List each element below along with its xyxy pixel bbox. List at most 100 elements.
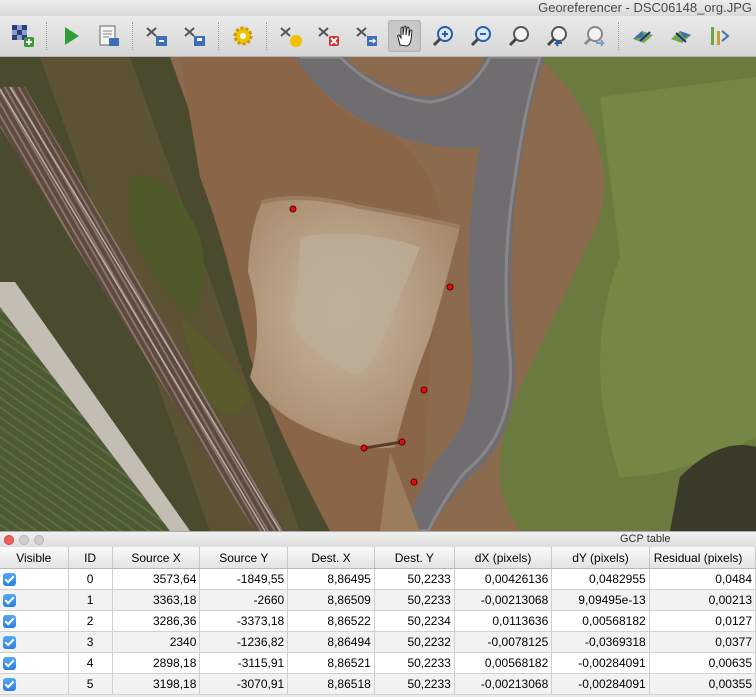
visible-checkbox[interactable]	[3, 636, 16, 650]
column-header-dx[interactable]: dX (pixels)	[454, 547, 553, 569]
source-y-cell[interactable]: -1849,55	[199, 568, 289, 590]
dx-pixels-cell[interactable]: -0,00213068	[454, 589, 553, 611]
dest-x-cell[interactable]: 8,86495	[287, 568, 375, 590]
dy-pixels-cell[interactable]: -0,00284091	[551, 673, 650, 695]
table-row[interactable]: 3 2340 -1236,82 8,86494 50,2232 -0,0078125 -0,…	[0, 631, 756, 653]
gcp-point-5[interactable]	[410, 478, 418, 486]
visible-checkbox[interactable]	[3, 657, 16, 671]
residual-pixels-cell[interactable]: 0,00635	[649, 652, 756, 674]
minimize-icon[interactable]	[19, 535, 29, 545]
gcp-id-cell[interactable]: 1	[68, 589, 113, 611]
dest-y-cell[interactable]: 50,2232	[374, 631, 455, 653]
zoom-in-button[interactable]	[426, 20, 459, 52]
gcp-id-cell[interactable]: 2	[68, 610, 113, 632]
zoom-to-layer-button[interactable]	[502, 20, 535, 52]
gcp-id-cell[interactable]: 3	[68, 631, 113, 653]
column-header-residual[interactable]: Residual (pixels)	[649, 547, 756, 569]
gcp-id-cell[interactable]: 4	[68, 652, 113, 674]
column-header-source-y[interactable]: Source Y	[199, 547, 289, 569]
dx-pixels-cell[interactable]: 0,00426136	[454, 568, 553, 590]
open-raster-button[interactable]	[6, 20, 39, 52]
source-x-cell[interactable]: 2340	[112, 631, 201, 653]
residual-pixels-cell[interactable]: 0,00355	[649, 673, 756, 695]
visible-checkbox[interactable]	[3, 615, 16, 629]
visible-checkbox[interactable]	[3, 594, 16, 608]
dest-x-cell[interactable]: 8,86521	[287, 652, 375, 674]
dest-x-cell[interactable]: 8,86494	[287, 631, 375, 653]
start-georeferencing-button[interactable]	[54, 20, 87, 52]
link-qgis-to-georeferencer-button[interactable]	[664, 20, 697, 52]
dy-pixels-cell[interactable]: 0,0482955	[551, 568, 650, 590]
gcp-point-2[interactable]	[420, 386, 428, 394]
open-raster-icon	[11, 25, 34, 47]
source-x-cell[interactable]: 3363,18	[112, 589, 201, 611]
dx-pixels-cell[interactable]: -0,00213068	[454, 673, 553, 695]
gcp-point-0[interactable]	[289, 205, 297, 213]
gcp-id-cell[interactable]: 0	[68, 568, 113, 590]
maximize-icon[interactable]	[34, 535, 44, 545]
source-x-cell[interactable]: 3198,18	[112, 673, 201, 695]
residual-pixels-cell[interactable]: 0,0484	[649, 568, 756, 590]
link-georeferencer-to-qgis-button[interactable]	[626, 20, 659, 52]
add-point-button[interactable]	[274, 20, 307, 52]
dy-pixels-cell[interactable]: 0,00568182	[551, 610, 650, 632]
gcp-id-cell[interactable]: 5	[68, 673, 113, 695]
table-row[interactable]: 1 3363,18 -2660 8,86509 50,2233 -0,00213068 9,…	[0, 589, 756, 611]
residual-pixels-cell[interactable]: 0,0377	[649, 631, 756, 653]
column-header-visible[interactable]: Visible	[0, 547, 69, 569]
transformation-settings-button[interactable]	[226, 20, 259, 52]
table-row[interactable]: 2 3286,36 -3373,18 8,86522 50,2234 0,0113636 0…	[0, 610, 756, 632]
column-header-source-x[interactable]: Source X	[112, 547, 201, 569]
zoom-next-button[interactable]	[578, 20, 611, 52]
zoom-out-button[interactable]	[464, 20, 497, 52]
column-header-dy[interactable]: dY (pixels)	[551, 547, 650, 569]
source-y-cell[interactable]: -1236,82	[199, 631, 289, 653]
delete-point-button[interactable]	[312, 20, 345, 52]
dest-y-cell[interactable]: 50,2233	[374, 673, 455, 695]
full-histogram-stretch-button[interactable]	[702, 20, 735, 52]
pan-button[interactable]	[388, 20, 421, 52]
generate-gdal-script-button[interactable]	[92, 20, 125, 52]
dx-pixels-cell[interactable]: 0,00568182	[454, 652, 553, 674]
source-y-cell[interactable]: -3373,18	[199, 610, 289, 632]
source-x-cell[interactable]: 2898,18	[112, 652, 201, 674]
source-y-cell[interactable]: -2660	[199, 589, 289, 611]
source-y-cell[interactable]: -3070,91	[199, 673, 289, 695]
zoom-last-button[interactable]	[540, 20, 573, 52]
dx-pixels-cell[interactable]: 0,0113636	[454, 610, 553, 632]
dest-y-cell[interactable]: 50,2234	[374, 610, 455, 632]
source-x-cell[interactable]: 3286,36	[112, 610, 201, 632]
dest-y-cell[interactable]: 50,2233	[374, 589, 455, 611]
dx-pixels-cell[interactable]: -0,0078125	[454, 631, 553, 653]
gcp-point-3[interactable]	[398, 438, 406, 446]
dest-y-cell[interactable]: 50,2233	[374, 652, 455, 674]
dest-x-cell[interactable]: 8,86518	[287, 673, 375, 695]
zoom-last-icon	[546, 26, 567, 47]
dy-pixels-cell[interactable]: -0,00284091	[551, 652, 650, 674]
column-header-dest-x[interactable]: Dest. X	[287, 547, 375, 569]
dy-pixels-cell[interactable]: -0,0369318	[551, 631, 650, 653]
move-gcp-point-button[interactable]	[350, 20, 383, 52]
table-row[interactable]: 5 3198,18 -3070,91 8,86518 50,2233 -0,0021306…	[0, 673, 756, 695]
close-icon[interactable]	[4, 535, 14, 545]
dest-y-cell[interactable]: 50,2233	[374, 568, 455, 590]
georeferencer-map-canvas[interactable]	[0, 57, 756, 531]
column-header-id[interactable]: ID	[68, 547, 113, 569]
visible-checkbox[interactable]	[3, 678, 16, 692]
column-header-dest-y[interactable]: Dest. Y	[374, 547, 455, 569]
dy-pixels-cell[interactable]: 9,09495e-13	[551, 589, 650, 611]
dest-x-cell[interactable]: 8,86509	[287, 589, 375, 611]
table-row[interactable]: 4 2898,18 -3115,91 8,86521 50,2233 0,00568182…	[0, 652, 756, 674]
gcp-point-1[interactable]	[446, 283, 454, 291]
dest-x-cell[interactable]: 8,86522	[287, 610, 375, 632]
gcp-point-4[interactable]	[360, 444, 368, 452]
gcp-panel-titlebar[interactable]: GCP table	[0, 531, 756, 548]
source-x-cell[interactable]: 3573,64	[112, 568, 201, 590]
source-y-cell[interactable]: -3115,91	[199, 652, 289, 674]
load-gcp-points-button[interactable]	[140, 20, 173, 52]
residual-pixels-cell[interactable]: 0,0127	[649, 610, 756, 632]
residual-pixels-cell[interactable]: 0,00213	[649, 589, 756, 611]
save-gcp-points-button[interactable]	[178, 20, 211, 52]
visible-checkbox[interactable]	[3, 573, 16, 587]
table-row[interactable]: 0 3573,64 -1849,55 8,86495 50,2233 0,00426136…	[0, 568, 756, 590]
